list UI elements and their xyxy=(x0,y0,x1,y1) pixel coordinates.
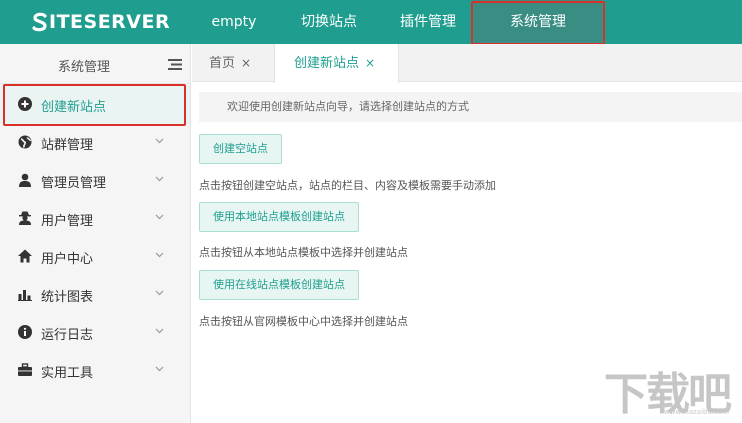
sidebar-item-utilities[interactable]: 实用工具 xyxy=(0,352,190,390)
close-icon[interactable]: × xyxy=(365,56,375,70)
bar-chart-icon xyxy=(18,287,32,301)
logo-text: ITESERVER xyxy=(49,11,171,33)
briefcase-icon xyxy=(18,363,32,377)
sidebar-item-label: 用户管理 xyxy=(41,214,94,229)
chevron-down-icon xyxy=(155,290,164,296)
sidebar-item-create-site[interactable]: 创建新站点 xyxy=(0,86,190,124)
sidebar-item-label: 创建新站点 xyxy=(41,100,107,115)
sidebar-title: 系统管理 xyxy=(58,60,111,75)
tab-home[interactable]: 首页 × xyxy=(209,44,251,82)
menu-toggle-icon[interactable] xyxy=(168,59,182,70)
plus-circle-icon xyxy=(18,97,32,111)
sidebar-item-label: 统计图表 xyxy=(41,290,94,305)
tab-label: 首页 xyxy=(209,56,236,71)
chevron-down-icon xyxy=(155,366,164,372)
sidebar-item-user-management[interactable]: 用户管理 xyxy=(0,200,190,238)
welcome-banner: 欢迎使用创建新站点向导，请选择创建站点的方式 xyxy=(199,92,742,122)
user-secret-icon xyxy=(18,211,32,225)
tab-label: 创建新站点 xyxy=(294,56,360,71)
sidebar-item-site-group[interactable]: 站群管理 xyxy=(0,124,190,162)
create-from-online-template-button[interactable]: 使用在线站点模板创建站点 xyxy=(199,270,359,300)
sidebar-item-admin-management[interactable]: 管理员管理 xyxy=(0,162,190,200)
topnav-switch-site[interactable]: 切换站点 xyxy=(290,0,368,44)
sidebar-item-label: 用户中心 xyxy=(41,252,94,267)
chevron-down-icon xyxy=(155,328,164,334)
create-empty-site-desc: 点击按钮创建空站点，站点的栏目、内容及模板需要手动添加 xyxy=(199,179,496,192)
topnav-empty[interactable]: empty xyxy=(204,0,264,44)
chevron-down-icon xyxy=(155,176,164,182)
sidebar-header: 系统管理 xyxy=(0,44,190,84)
sidebar-item-label: 实用工具 xyxy=(41,366,94,381)
watermark: 下载吧 www.xiazaiba.com xyxy=(604,358,736,420)
sidebar-item-run-log[interactable]: 运行日志 xyxy=(0,314,190,352)
chevron-down-icon xyxy=(155,252,164,258)
globe-icon xyxy=(18,135,32,149)
create-from-local-template-button[interactable]: 使用本地站点模板创建站点 xyxy=(199,202,359,232)
info-circle-icon xyxy=(18,325,32,339)
tab-bar: 首页 × 创建新站点 × xyxy=(192,44,742,83)
sidebar-item-label: 运行日志 xyxy=(41,328,94,343)
create-from-local-template-desc: 点击按钮从本地站点模板中选择并创建站点 xyxy=(199,246,408,259)
sidebar-item-statistics[interactable]: 统计图表 xyxy=(0,276,190,314)
sidebar: 系统管理 创建新站点 站群管理 管理员管理 用户管理 用户中心 统计图表 运行日… xyxy=(0,44,191,423)
home-icon xyxy=(18,249,32,263)
topnav-plugin-management[interactable]: 插件管理 xyxy=(388,0,468,44)
chevron-down-icon xyxy=(155,214,164,220)
close-icon[interactable]: × xyxy=(241,56,251,70)
sidebar-item-label: 站群管理 xyxy=(41,138,94,153)
sidebar-item-user-center[interactable]: 用户中心 xyxy=(0,238,190,276)
topnav-system-management[interactable]: 系统管理 xyxy=(474,0,602,44)
user-icon xyxy=(18,173,32,187)
create-from-online-template-desc: 点击按钮从官网模板中心中选择并创建站点 xyxy=(199,315,408,328)
create-empty-site-button[interactable]: 创建空站点 xyxy=(199,134,282,164)
top-navbar: ITESERVER empty 切换站点 插件管理 系统管理 xyxy=(0,0,742,44)
siteserver-logo[interactable]: ITESERVER xyxy=(32,10,170,34)
logo-s-mark xyxy=(32,12,48,32)
watermark-url: www.xiazaiba.com xyxy=(664,408,729,416)
sidebar-item-label: 管理员管理 xyxy=(41,176,107,191)
tab-create-site[interactable]: 创建新站点 × xyxy=(274,44,399,83)
chevron-down-icon xyxy=(155,138,164,144)
